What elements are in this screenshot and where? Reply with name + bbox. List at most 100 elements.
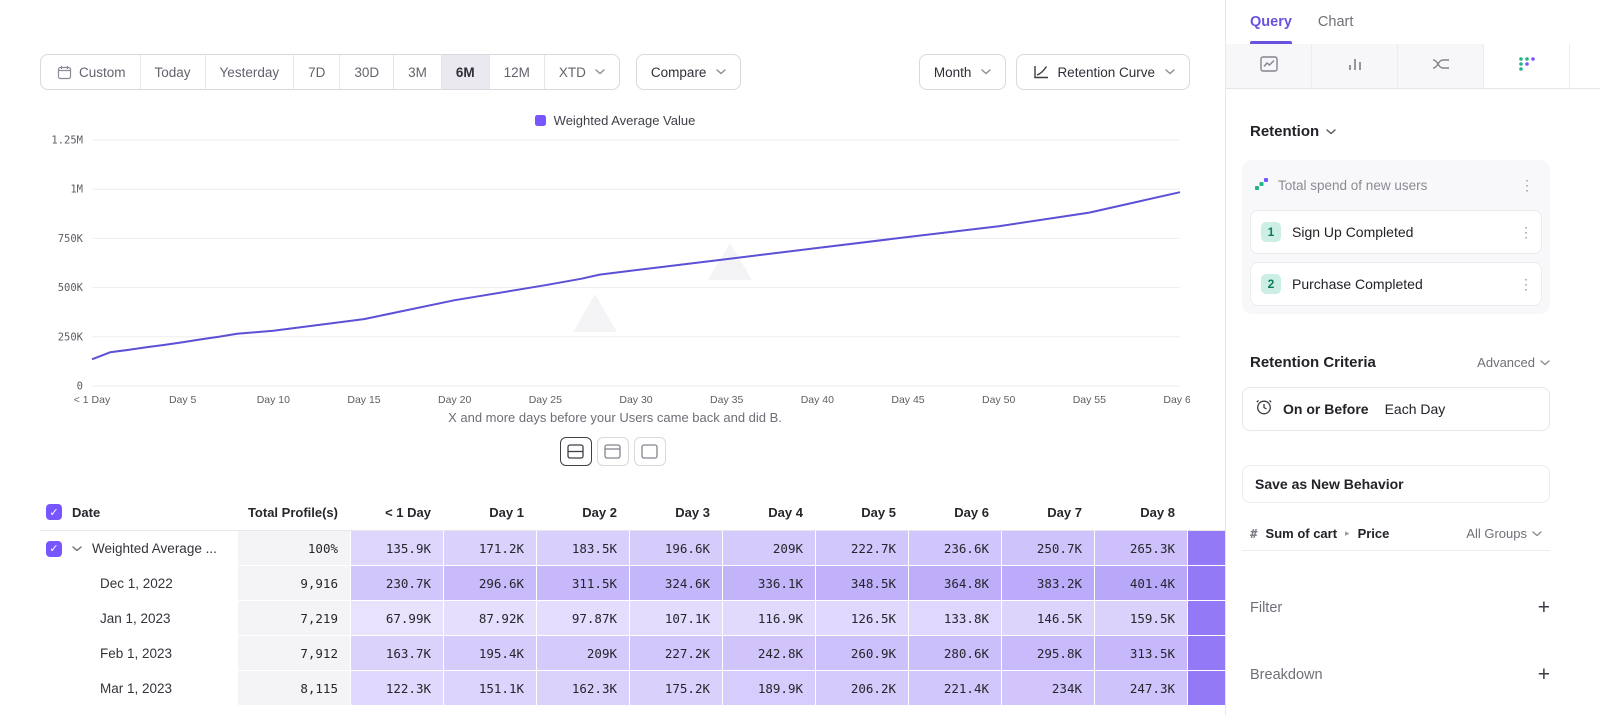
range-label: 6M (456, 65, 475, 80)
retention-value: 234K (1052, 681, 1082, 696)
row-label-feb-1-2023[interactable]: Feb 1, 2023 (40, 636, 237, 671)
row-label-weighted-average[interactable]: ✓Weighted Average ... (40, 531, 237, 566)
column-header-day-1[interactable]: Day 1 (443, 494, 536, 530)
behavior-step-1[interactable]: 1Sign Up Completed⋮ (1250, 210, 1542, 254)
behavior-step-2[interactable]: 2Purchase Completed⋮ (1250, 262, 1542, 306)
advanced-dropdown[interactable]: Advanced (1477, 355, 1550, 370)
kebab-menu-icon[interactable]: ⋮ (1515, 276, 1537, 293)
y-axis-tick-label: 1.25M (51, 135, 83, 147)
all-groups-label: All Groups (1466, 526, 1527, 541)
range-30d[interactable]: 30D (339, 55, 393, 89)
kebab-menu-icon[interactable]: ⋮ (1515, 224, 1537, 241)
retention-value: 209K (587, 646, 617, 661)
funnels-report-tile[interactable] (1312, 44, 1398, 88)
total-profiles-value: 7,912 (300, 646, 338, 661)
tab-chart[interactable]: Chart (1318, 0, 1353, 44)
range-12m[interactable]: 12M (489, 55, 544, 89)
range-label: 7D (308, 65, 325, 80)
range-today[interactable]: Today (140, 55, 205, 89)
row-checkbox[interactable]: ✓ (46, 541, 62, 557)
column-header-day-4[interactable]: Day 4 (722, 494, 815, 530)
retention-value: 67.99K (386, 611, 431, 626)
column-header-day-8[interactable]: Day 8 (1094, 494, 1187, 530)
row-label-dec-1-2022[interactable]: Dec 1, 2022 (40, 566, 237, 601)
granularity-button[interactable]: Month (919, 54, 1007, 90)
retention-heading-label: Retention (1250, 123, 1319, 140)
range-xtd[interactable]: XTD (544, 55, 619, 89)
measure-row[interactable]: # Sum of cart ▸ Price All Groups (1242, 517, 1550, 551)
date-range-group: CustomToday Yesterday 7D 30D 3M 6M 12M XTD (40, 54, 620, 90)
layout-chart-top-view[interactable] (597, 437, 629, 466)
tab-query[interactable]: Query (1250, 0, 1292, 44)
column-header-date[interactable]: ✓Date (40, 494, 237, 530)
add-filter-button[interactable]: + (1538, 597, 1550, 618)
select-all-checkbox[interactable]: ✓ (46, 504, 62, 520)
retention-value-cell: 280.6K (908, 636, 1001, 671)
step-number-badge: 2 (1261, 274, 1281, 294)
table-row: Mar 1, 20238,115122.3K151.1K162.3K175.2K… (40, 671, 1225, 706)
column-header-day-3[interactable]: Day 3 (629, 494, 722, 530)
retention-value: 151.1K (479, 681, 524, 696)
behavior-card-header[interactable]: Total spend of new users ⋮ (1250, 168, 1542, 202)
total-profiles-value: 7,219 (300, 611, 338, 626)
chart-legend[interactable]: Weighted Average Value (40, 113, 1190, 128)
column-header-day-2[interactable]: Day 2 (536, 494, 629, 530)
save-behavior-button[interactable]: Save as New Behavior (1242, 465, 1550, 503)
retention-value-cell: 206.2K (815, 671, 908, 706)
breakdown-label: Breakdown (1250, 667, 1323, 683)
add-breakdown-button[interactable]: + (1538, 664, 1550, 685)
range-label: XTD (559, 65, 586, 80)
retention-section-heading[interactable]: Retention (1242, 123, 1550, 140)
range-7d[interactable]: 7D (293, 55, 339, 89)
column-header-day-5[interactable]: Day 5 (815, 494, 908, 530)
all-groups-dropdown[interactable]: All Groups (1466, 526, 1542, 541)
retention-value: 227.2K (665, 646, 710, 661)
retention-value-cell: 122.3K (350, 671, 443, 706)
table-row: Feb 1, 20237,912163.7K195.4K209K227.2K24… (40, 636, 1225, 671)
range-label: 12M (504, 65, 530, 80)
layout-table-only-view[interactable] (634, 437, 666, 466)
kebab-menu-icon[interactable]: ⋮ (1516, 177, 1538, 194)
range-custom[interactable]: Custom (41, 55, 140, 89)
column-header-1-day[interactable]: < 1 Day (350, 494, 443, 530)
watermark-shape (573, 294, 617, 332)
behavior-steps: 1Sign Up Completed⋮ 2Purchase Completed⋮ (1250, 210, 1542, 306)
layout-split-view[interactable] (560, 437, 592, 466)
column-header-day-7[interactable]: Day 7 (1001, 494, 1094, 530)
column-header-total-profile-s[interactable]: Total Profile(s) (237, 494, 350, 530)
retention-value-cell: 209K (536, 636, 629, 671)
row-label-text: Dec 1, 2022 (100, 576, 173, 591)
column-header-label: < 1 Day (385, 505, 431, 520)
column-header-label: Day 6 (954, 505, 989, 520)
retention-value: 135.9K (386, 541, 431, 556)
retention-value-cell: 311.5K (536, 566, 629, 601)
total-profiles-value: 9,916 (300, 576, 338, 591)
chart-type-button[interactable]: Retention Curve (1016, 54, 1190, 90)
retention-value-cell: 126.5K (815, 601, 908, 636)
range-yesterday[interactable]: Yesterday (205, 55, 294, 89)
retention-value-cell: 183.5K (536, 531, 629, 566)
row-label-jan-1-2023[interactable]: Jan 1, 2023 (40, 601, 237, 636)
flows-report-tile[interactable] (1398, 44, 1484, 88)
compare-button[interactable]: Compare (636, 54, 742, 90)
condition-label: On or Before (1283, 401, 1369, 417)
row-label-text: Jan 1, 2023 (100, 611, 171, 626)
retention-value: 280.6K (944, 646, 989, 661)
column-header-day-6[interactable]: Day 6 (908, 494, 1001, 530)
range-6m[interactable]: 6M (441, 55, 489, 89)
chevron-down-icon (1540, 360, 1550, 366)
range-3m[interactable]: 3M (393, 55, 441, 89)
layout-toggles (0, 437, 1225, 466)
expand-chevron-icon[interactable] (72, 546, 82, 552)
retention-value: 324.6K (665, 576, 710, 591)
total-profiles-cell: 100% (237, 531, 350, 566)
column-header-label: Day 3 (675, 505, 710, 520)
row-label-mar-1-2023[interactable]: Mar 1, 2023 (40, 671, 237, 706)
retention-condition[interactable]: On or Before Each Day (1242, 387, 1550, 431)
chevron-down-icon (595, 69, 605, 75)
retention-report-tile[interactable] (1484, 44, 1570, 88)
insights-report-tile[interactable] (1226, 44, 1312, 88)
range-label: 30D (354, 65, 379, 80)
range-label: Yesterday (220, 65, 280, 80)
table-row: Jan 1, 20237,21967.99K87.92K97.87K107.1K… (40, 601, 1225, 636)
